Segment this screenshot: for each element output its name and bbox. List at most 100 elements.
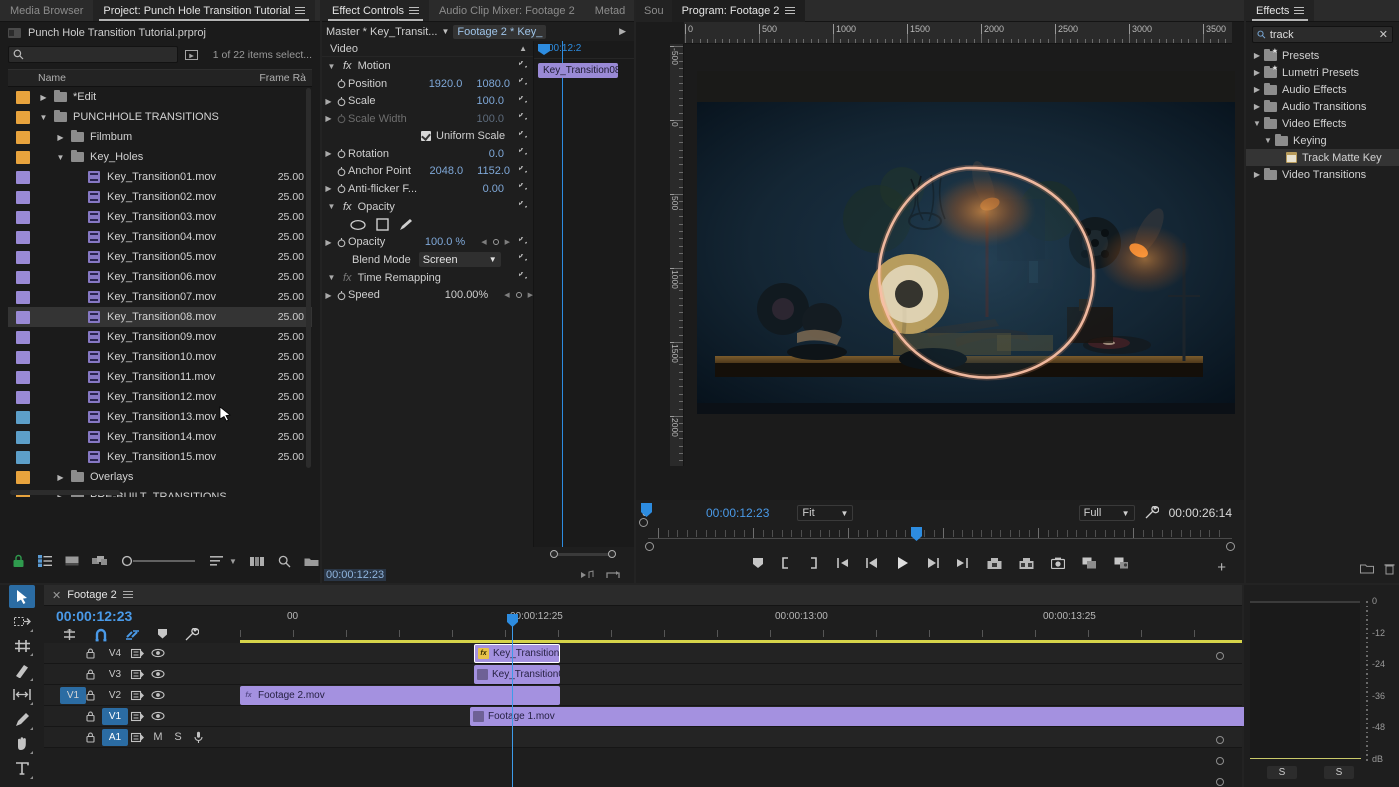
twisty-expanded-icon[interactable]: ▼: [1250, 119, 1264, 128]
close-icon[interactable]: ✕: [52, 589, 61, 602]
previous-keyframe-icon[interactable]: ◀: [481, 238, 486, 246]
twisty-collapsed-icon[interactable]: ▶: [322, 238, 335, 247]
stopwatch-icon[interactable]: [337, 78, 346, 89]
project-item-row[interactable]: Key_Transition03.mov25.00: [8, 207, 312, 227]
effects-tree-item[interactable]: ▶Audio Transitions: [1246, 98, 1399, 115]
property-value[interactable]: 1152.0: [477, 165, 510, 177]
effects-tree-item[interactable]: ▼Keying: [1246, 132, 1399, 149]
track-header-v4[interactable]: V4: [44, 643, 240, 664]
snap-icon[interactable]: [94, 628, 108, 642]
button-editor-icon[interactable]: +: [1217, 559, 1226, 576]
pen-mask-icon[interactable]: [399, 218, 413, 231]
type-tool[interactable]: [9, 757, 35, 780]
collapse-icon[interactable]: ▲: [519, 44, 527, 53]
program-loop-handle[interactable]: [639, 518, 648, 527]
in-point-handle[interactable]: [645, 542, 654, 551]
track-name-v1[interactable]: V1: [102, 708, 128, 725]
out-point-handle[interactable]: [1226, 542, 1235, 551]
program-monitor-viewport[interactable]: 0500100015002000250030003500 -5000500100…: [636, 22, 1244, 500]
chevron-down-icon[interactable]: ▼: [441, 27, 449, 36]
track-lane-a1[interactable]: [240, 727, 1242, 748]
track-keyframe-handle[interactable]: [1216, 778, 1224, 786]
go-to-in-icon[interactable]: [835, 557, 849, 569]
tab-effect-controls[interactable]: Effect Controls: [322, 0, 429, 21]
property-value[interactable]: 0.00: [483, 183, 510, 195]
resolution-dropdown[interactable]: Full ▼: [1079, 505, 1135, 521]
program-duration-timecode[interactable]: 00:00:26:14: [1169, 506, 1232, 520]
sort-chevron-icon[interactable]: ▼: [229, 557, 237, 566]
effects-tree-item[interactable]: ▼Video Effects: [1246, 115, 1399, 132]
track-lock-icon[interactable]: [86, 690, 102, 701]
target-track-icon[interactable]: [128, 690, 148, 701]
step-back-icon[interactable]: [866, 557, 879, 569]
track-name-a1[interactable]: A1: [102, 729, 128, 746]
project-item-row[interactable]: Key_Transition02.mov25.00: [8, 187, 312, 207]
project-item-row[interactable]: ▶Filmbum: [8, 127, 312, 147]
list-view-icon[interactable]: [38, 555, 52, 567]
pen-tool[interactable]: [9, 708, 35, 731]
source-patch-a1[interactable]: [60, 729, 86, 746]
track-lock-icon[interactable]: [86, 732, 102, 743]
reset-parameter-icon[interactable]: [516, 183, 527, 194]
tab-program-monitor[interactable]: Program: Footage 2: [672, 0, 806, 22]
reset-parameter-icon[interactable]: [516, 78, 527, 89]
rectangle-mask-icon[interactable]: [376, 218, 389, 231]
ripple-edit-tool[interactable]: [9, 634, 35, 657]
property-value[interactable]: 100.0: [476, 113, 510, 125]
twisty-expanded-icon[interactable]: ▼: [56, 153, 65, 162]
reset-parameter-icon[interactable]: [516, 254, 527, 265]
tab-metadata[interactable]: Metad: [585, 0, 636, 21]
stopwatch-icon[interactable]: [337, 166, 346, 177]
reset-parameter-icon[interactable]: [516, 131, 527, 142]
project-item-row[interactable]: Key_Transition04.mov25.00: [8, 227, 312, 247]
twisty-collapsed-icon[interactable]: ▶: [1250, 85, 1264, 94]
track-header-v1[interactable]: V1: [44, 706, 240, 727]
property-value[interactable]: 0.0: [489, 148, 510, 160]
zoom-slider-icon[interactable]: [121, 555, 197, 567]
add-keyframe-icon[interactable]: [493, 239, 499, 245]
timeline-ruler[interactable]: 0000:00:12:2500:00:13:0000:00:13:25: [240, 606, 1242, 642]
lift-icon[interactable]: [987, 557, 1002, 570]
timeline-timecode[interactable]: 00:00:12:23: [56, 608, 132, 624]
property-value[interactable]: 1080.0: [476, 78, 510, 90]
icon-view-icon[interactable]: [65, 555, 79, 567]
add-keyframe-icon[interactable]: [516, 292, 522, 298]
loop-playback-icon[interactable]: [606, 570, 620, 581]
settings-icon[interactable]: [185, 628, 199, 642]
freeform-view-icon[interactable]: [92, 555, 108, 567]
target-track-icon[interactable]: [128, 648, 148, 659]
target-track-icon[interactable]: [128, 669, 148, 680]
tab-sequence-label[interactable]: Footage 2: [67, 589, 117, 601]
panel-menu-icon[interactable]: [1294, 7, 1304, 15]
twisty-expanded-icon[interactable]: ▼: [326, 62, 337, 71]
tab-effects[interactable]: Effects: [1246, 0, 1314, 21]
target-track-icon[interactable]: [128, 732, 148, 743]
twisty-collapsed-icon[interactable]: ▶: [1250, 102, 1264, 111]
settings-wrench-icon[interactable]: [1145, 506, 1159, 520]
multicam-icon[interactable]: [1114, 557, 1129, 569]
effects-tree-item[interactable]: Track Matte Key: [1246, 149, 1399, 166]
track-lane-v3[interactable]: [240, 664, 1242, 685]
track-keyframe-handle[interactable]: [1216, 757, 1224, 765]
sequence-clip-label[interactable]: Footage 2 * Key_: [453, 25, 546, 39]
comparison-view-icon[interactable]: [1082, 557, 1097, 569]
reset-parameter-icon[interactable]: [516, 96, 527, 107]
track-lock-icon[interactable]: [86, 711, 102, 722]
effects-tree-item[interactable]: ▶Video Transitions: [1246, 166, 1399, 183]
ellipse-mask-icon[interactable]: [350, 219, 366, 231]
project-item-row[interactable]: Key_Transition11.mov25.00: [8, 367, 312, 387]
linked-selection-icon[interactable]: [125, 628, 140, 642]
stopwatch-icon[interactable]: [337, 148, 346, 159]
twisty-collapsed-icon[interactable]: ▶: [322, 149, 335, 158]
twisty-expanded-icon[interactable]: ▼: [326, 202, 337, 211]
twisty-collapsed-icon[interactable]: ▶: [322, 184, 335, 193]
next-keyframe-icon[interactable]: ▶: [528, 291, 533, 299]
effect-group-header[interactable]: ▼fxOpacity: [322, 198, 533, 216]
stopwatch-icon[interactable]: [337, 237, 346, 248]
twisty-collapsed-icon[interactable]: ▶: [1250, 68, 1264, 77]
twisty-collapsed-icon[interactable]: ▶: [1250, 51, 1264, 60]
track-lock-icon[interactable]: [86, 648, 102, 659]
selection-tool[interactable]: [9, 585, 35, 608]
blend-mode-dropdown[interactable]: Screen▼: [419, 252, 501, 267]
effects-tree-item[interactable]: ▶Audio Effects: [1246, 81, 1399, 98]
